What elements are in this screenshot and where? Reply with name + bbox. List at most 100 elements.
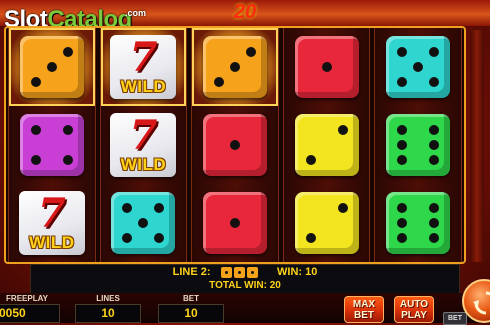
reel-cell [9,106,95,184]
die-pip [429,233,440,244]
reel-cell [284,184,370,262]
auto-play-line1: AUTO [399,299,429,310]
reel-cell [192,106,278,184]
bet-small-button[interactable]: BET [443,312,467,325]
reel-cell: 7 WILD [100,28,187,106]
reel-cell [101,184,187,262]
die-pip [397,46,408,57]
reel-2: 7 WILD 7 WILD [99,28,188,262]
reel-5 [374,28,462,262]
reel-cell: 7 WILD [101,106,187,184]
die-pip [397,217,408,228]
die-symbol [19,36,84,98]
side-frame [470,30,484,262]
die-pip [62,46,73,57]
lines-value[interactable]: 10 [75,304,141,323]
reel-cell [375,28,461,106]
freeplay-value: 0050 [0,304,60,323]
spin-arrows-icon [473,291,490,315]
wild-seven: 7 [37,190,66,237]
die-pip [337,124,348,135]
bet-label: BET [183,294,199,303]
reel-cell [375,106,461,184]
reel-4 [282,28,371,262]
die-pip [245,46,256,57]
die-pip [429,139,440,150]
reel-cell [375,184,461,262]
die-pip [30,77,41,88]
die-pip [429,77,440,88]
die-pip [138,217,149,228]
win-line-row: LINE 2: WIN: 10 [31,266,459,278]
win-symbols [220,266,262,278]
max-bet-line2: BET [354,310,374,321]
reel-cell [284,28,370,106]
die-symbol [294,192,359,254]
die-symbol [202,114,267,176]
die-symbol [294,114,359,176]
total-win: TOTAL WIN: 20 [209,280,281,291]
die-pip [122,233,133,244]
auto-play-button[interactable]: AUTO PLAY [394,296,434,323]
freeplay-field: FREEPLAY 0050 [0,294,60,323]
die-pip [229,217,240,228]
die-pip [429,155,440,166]
mini-die-icon [246,266,258,278]
die-symbol [202,36,267,98]
die-pip [429,202,440,213]
die-pip [397,139,408,150]
die-symbol [386,36,451,98]
die-pip [154,202,165,213]
reels-area: 7 WILD 7 WILD 7 WILD [4,26,466,264]
die-pip [62,124,73,135]
die-symbol [386,114,451,176]
wild-symbol: 7 WILD [18,190,85,255]
die-symbol [202,192,267,254]
max-bet-line1: MAX [352,299,376,310]
die-pip [229,61,240,72]
mini-die-icon [220,266,232,278]
reel-3 [191,28,279,262]
die-pip [305,155,316,166]
win-amount: WIN: 10 [277,266,318,279]
die-pip [229,139,240,150]
wild-symbol: 7 WILD [110,34,177,99]
die-pip [337,202,348,213]
die-symbol [294,36,359,98]
wild-symbol: 7 WILD [110,112,177,177]
line-label: LINE 2: [172,266,211,279]
bet-value[interactable]: 10 [158,304,224,323]
reel-cell [192,28,278,106]
die-pip [413,61,424,72]
bet-field[interactable]: BET 10 [158,294,224,323]
die-pip [397,233,408,244]
wild-label: WILD [120,155,167,174]
mini-die-icon [233,266,245,278]
die-pip [397,202,408,213]
die-pip [154,233,165,244]
die-pip [62,155,73,166]
reel-cell [192,184,278,262]
die-pip [397,77,408,88]
max-bet-button[interactable]: MAX BET [344,296,384,323]
die-symbol [19,114,84,176]
lines-field[interactable]: LINES 10 [75,294,141,323]
wild-seven: 7 [129,112,158,159]
wild-seven: 7 [129,34,158,81]
die-pip [305,233,316,244]
lines-label: LINES [96,294,120,303]
die-pip [429,46,440,57]
bet-display: 20 [233,1,257,23]
reel-cell [284,106,370,184]
die-pip [429,124,440,135]
reel-cell: 7 WILD [9,184,95,262]
die-pip [397,124,408,135]
auto-play-line2: PLAY [401,310,427,321]
reel-cell [9,28,95,106]
die-pip [122,202,133,213]
reel-1: 7 WILD [8,28,96,262]
die-pip [213,77,224,88]
wild-label: WILD [120,77,167,96]
die-pip [397,155,408,166]
die-symbol [111,192,176,254]
